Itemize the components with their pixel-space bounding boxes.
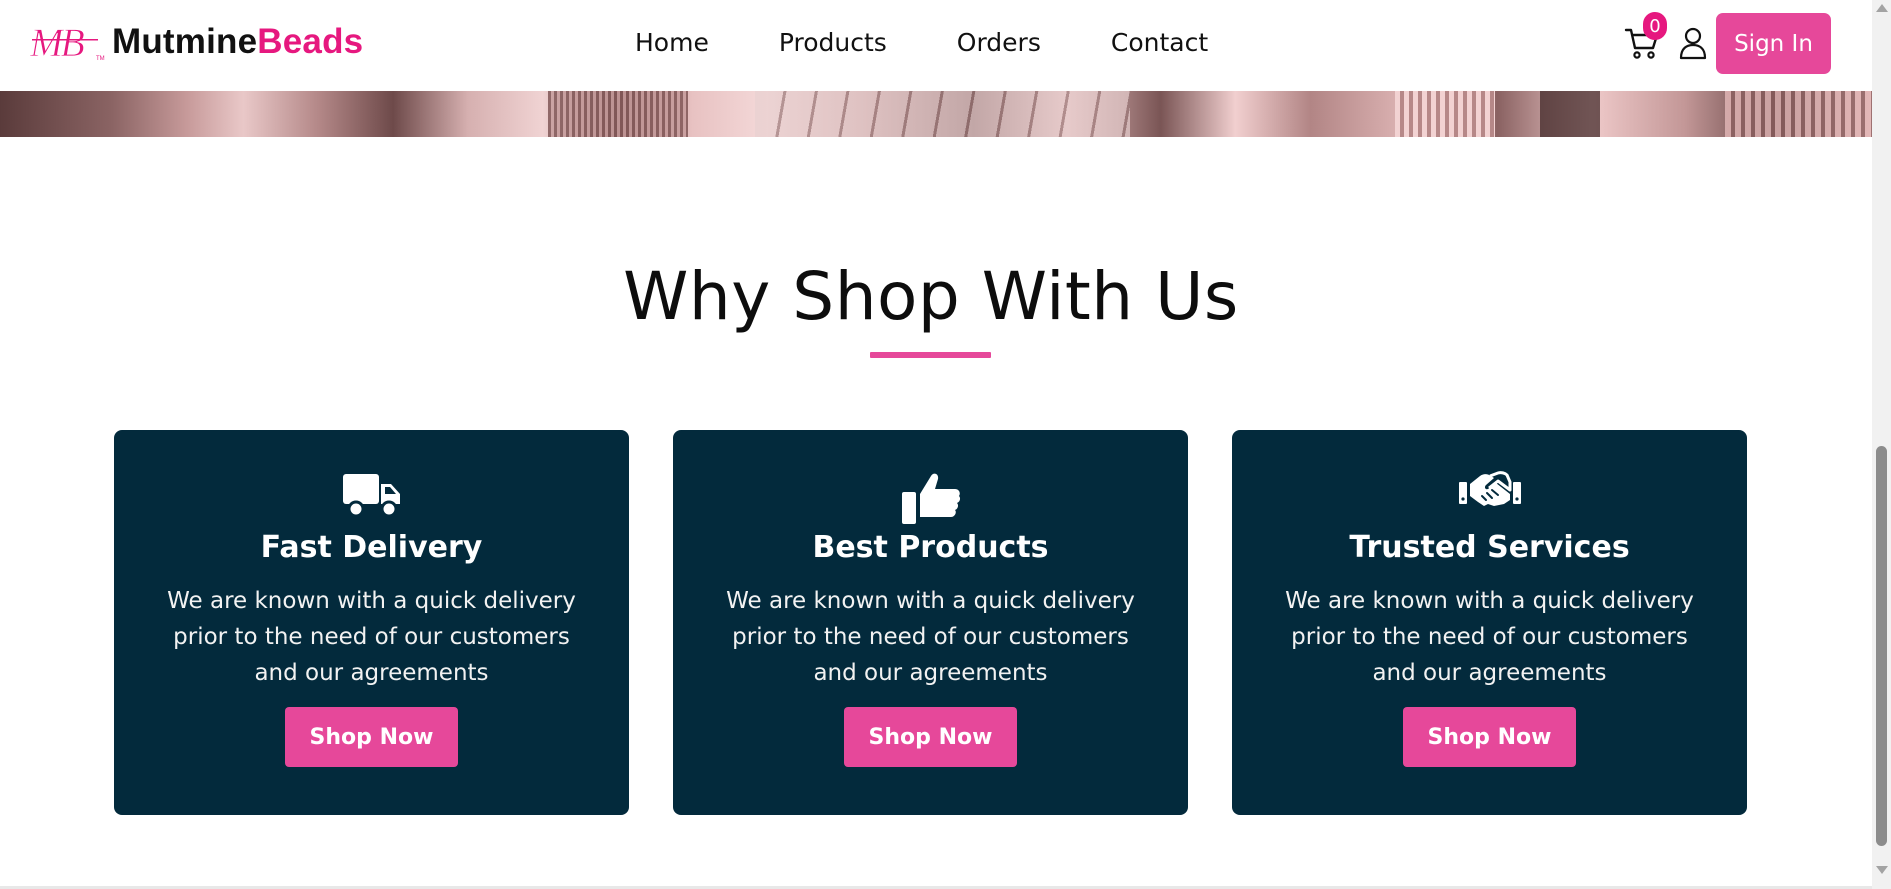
truck-icon bbox=[342, 474, 400, 518]
main-nav: Home Products Orders Contact bbox=[635, 28, 1208, 57]
section-title: Why Shop With Us bbox=[623, 258, 1239, 335]
hero-banner-image bbox=[0, 91, 1872, 137]
cart-count-badge: 0 bbox=[1643, 12, 1667, 40]
site-header: MB MB TM MutmineBeads Home Products Orde… bbox=[0, 0, 1872, 91]
nav-orders[interactable]: Orders bbox=[957, 28, 1041, 57]
page: MB MB TM MutmineBeads Home Products Orde… bbox=[0, 0, 1872, 889]
svg-text:MB: MB bbox=[30, 20, 84, 64]
card-icon-wrap bbox=[114, 470, 629, 526]
card-description: We are known with a quick delivery prior… bbox=[167, 588, 576, 686]
card-icon-wrap bbox=[1232, 470, 1747, 526]
card-title: Fast Delivery bbox=[260, 530, 483, 565]
brand-logo[interactable]: MB MB TM MutmineBeads bbox=[30, 18, 363, 66]
brand-name: MutmineBeads bbox=[112, 22, 363, 62]
scroll-down-arrow-icon[interactable] bbox=[1876, 866, 1888, 874]
shop-now-button[interactable]: Shop Now bbox=[844, 707, 1017, 767]
nav-products[interactable]: Products bbox=[779, 28, 887, 57]
feature-card-trusted-services: Trusted Services We are known with a qui… bbox=[1232, 430, 1747, 815]
card-title: Best Products bbox=[812, 530, 1049, 565]
sign-in-button[interactable]: Sign In bbox=[1716, 13, 1831, 74]
vertical-scrollbar[interactable] bbox=[1872, 0, 1891, 889]
scrollbar-thumb[interactable] bbox=[1876, 446, 1887, 846]
svg-text:TM: TM bbox=[96, 56, 105, 62]
feature-card-fast-delivery: Fast Delivery We are known with a quick … bbox=[114, 430, 629, 815]
card-title: Trusted Services bbox=[1349, 530, 1630, 565]
user-icon[interactable] bbox=[1679, 26, 1707, 60]
handshake-icon bbox=[1458, 471, 1521, 506]
brand-name-part2: Beads bbox=[257, 22, 364, 61]
scroll-up-arrow-icon[interactable] bbox=[1876, 4, 1888, 12]
shop-now-button[interactable]: Shop Now bbox=[285, 707, 458, 767]
nav-home[interactable]: Home bbox=[635, 28, 709, 57]
shop-now-button[interactable]: Shop Now bbox=[1403, 707, 1576, 767]
nav-contact[interactable]: Contact bbox=[1111, 28, 1208, 57]
card-icon-wrap bbox=[673, 470, 1188, 526]
brand-name-part1: Mutmine bbox=[112, 22, 258, 61]
title-underline bbox=[870, 352, 991, 358]
card-description: We are known with a quick delivery prior… bbox=[1285, 588, 1694, 686]
feature-card-best-products: Best Products We are known with a quick … bbox=[673, 430, 1188, 815]
logo-mark-icon: MB MB TM bbox=[30, 20, 105, 64]
thumbs-up-icon bbox=[901, 473, 960, 524]
card-description: We are known with a quick delivery prior… bbox=[726, 588, 1135, 686]
